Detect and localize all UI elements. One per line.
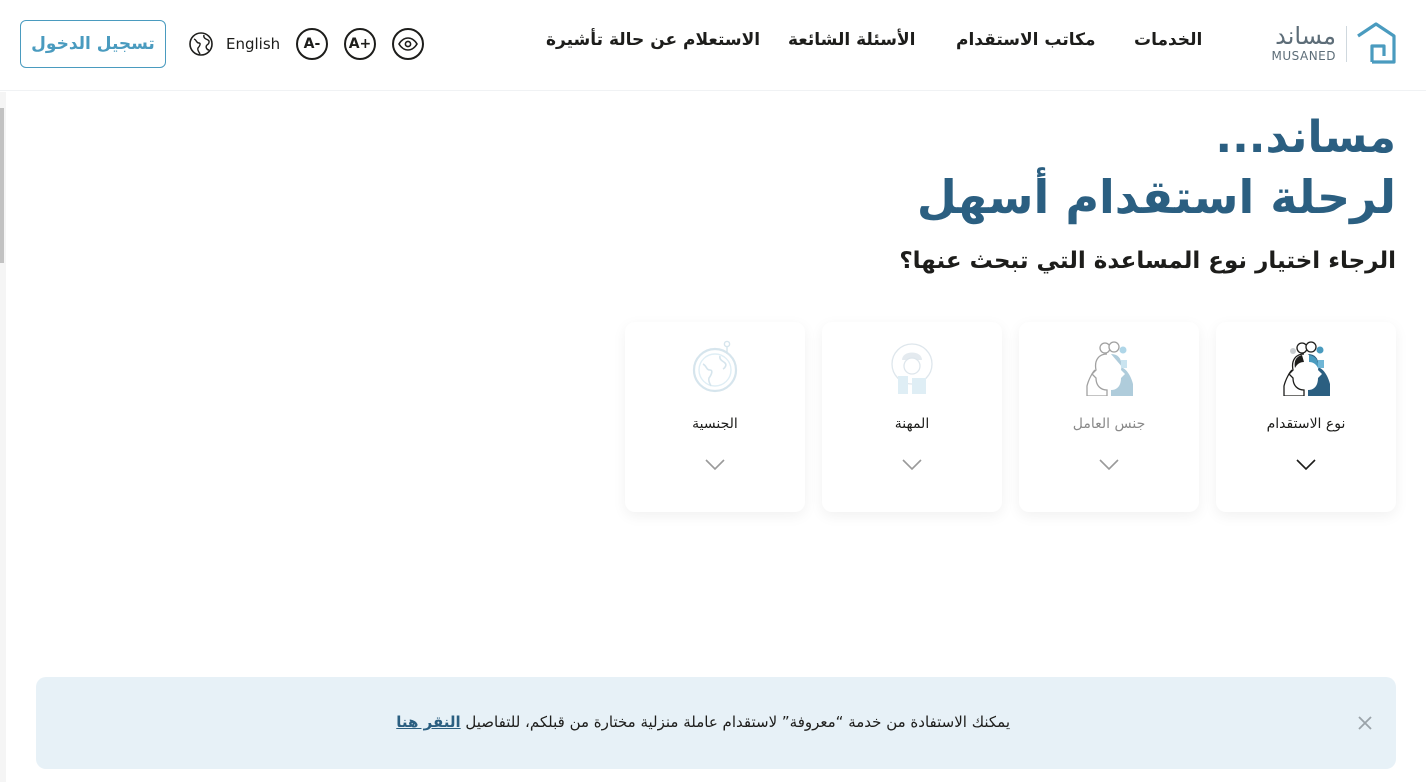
close-icon[interactable] — [1354, 712, 1376, 734]
hero-title-line2: لرحلة استقدام أسهل — [916, 170, 1396, 224]
banner-link[interactable]: النقر هنا — [396, 713, 460, 731]
card-label: جنس العامل — [1072, 416, 1146, 432]
scrollbar-thumb[interactable] — [0, 108, 4, 263]
card-recruitment-type[interactable]: نوع الاستقدام — [1216, 322, 1396, 512]
nav-recruitment-offices[interactable]: مكاتب الاستقدام — [956, 30, 1096, 56]
worker-gender-icon — [1086, 341, 1133, 396]
font-increase-button[interactable]: A+ — [344, 28, 376, 60]
logo-divider — [1346, 26, 1347, 62]
banner-text: يمكنك الاستفادة من خدمة “معروفة” لاستقدا… — [460, 713, 1010, 731]
profession-icon — [891, 343, 933, 394]
login-button[interactable]: تسجيل الدخول — [20, 20, 166, 68]
recruitment-type-icon — [1283, 341, 1330, 396]
banner-message: يمكنك الاستفادة من خدمة “معروفة” لاستقدا… — [396, 713, 1010, 731]
card-label: نوع الاستقدام — [1266, 416, 1346, 432]
nationality-globe-icon — [692, 340, 738, 393]
chevron-down-icon — [1099, 459, 1119, 471]
eye-icon — [398, 37, 418, 51]
chevron-down-icon — [705, 459, 725, 471]
card-worker-gender[interactable]: جنس العامل — [1019, 322, 1199, 512]
nav-services[interactable]: الخدمات — [1134, 30, 1202, 56]
scrollbar[interactable] — [0, 92, 6, 782]
card-profession[interactable]: المهنة — [822, 322, 1002, 512]
globe-icon — [189, 32, 213, 56]
logo-house-icon — [1357, 22, 1396, 64]
header-divider — [0, 90, 1426, 91]
language-switch[interactable]: English — [188, 30, 280, 58]
chevron-down-icon — [902, 459, 922, 471]
logo-arabic-text: مساند — [1275, 22, 1336, 50]
card-nationality[interactable]: الجنسية — [625, 322, 805, 512]
nav-visa-status[interactable]: الاستعلام عن حالة تأشيرة — [546, 30, 760, 56]
hero-title-line1: مساند... — [1215, 112, 1396, 163]
card-label: الجنسية — [692, 416, 738, 432]
font-decrease-button[interactable]: A- — [296, 28, 328, 60]
musaned-logo[interactable]: مساند MUSANED — [1262, 22, 1398, 66]
chevron-down-icon — [1296, 459, 1316, 471]
language-label: English — [226, 35, 281, 53]
logo-english-text: MUSANED — [1271, 49, 1336, 63]
header: تسجيل الدخول English A- A+ الاستعلام عن … — [0, 0, 1426, 90]
nav-faq[interactable]: الأسئلة الشائعة — [788, 30, 916, 56]
hero-question: الرجاء اختيار نوع المساعدة التي تبحث عنه… — [899, 248, 1396, 274]
info-banner: يمكنك الاستفادة من خدمة “معروفة” لاستقدا… — [36, 677, 1396, 769]
contrast-toggle-button[interactable] — [392, 28, 424, 60]
card-label: المهنة — [894, 416, 930, 432]
